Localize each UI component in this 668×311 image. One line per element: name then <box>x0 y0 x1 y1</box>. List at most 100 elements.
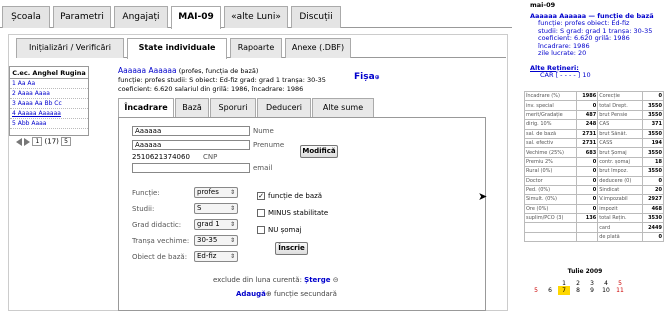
list-item[interactable]: 2 Aaaa Aaaa <box>10 89 88 99</box>
table-value-cell: 18 <box>641 156 665 168</box>
table-value-cell: 20 <box>641 184 665 196</box>
table-value-cell <box>575 231 599 243</box>
studii-select[interactable]: S ⇕ <box>194 203 238 214</box>
table-label-cell: V.impozabil <box>597 194 643 205</box>
tab-discutii[interactable]: Discuții <box>291 6 341 28</box>
fisa-link[interactable]: Fișa⊕ <box>354 72 380 82</box>
calendar-day[interactable]: 5 <box>530 286 542 295</box>
top-tab-bar: Școala Parametri Angajați MAI-09 «alte L… <box>0 0 512 29</box>
table-row: Doctor 0 deducere (0) 0 <box>524 175 665 186</box>
tab-initializari[interactable]: Inițializări / Verificări <box>16 38 124 58</box>
tab-parametri[interactable]: Parametri <box>53 6 111 28</box>
tab-deduceri[interactable]: Deduceri <box>257 98 311 118</box>
table-label-cell: contr. șomaj <box>597 156 643 168</box>
table-row: card 2449 <box>524 222 665 233</box>
grad-select[interactable]: grad 1 ⇕ <box>194 219 238 230</box>
list-item[interactable]: 4 Aaaaa Aaaaaa <box>10 109 88 119</box>
table-value-cell: 3530 <box>641 213 665 224</box>
tab-state-individuale[interactable]: State individuale <box>127 38 227 59</box>
calendar-day[interactable] <box>530 276 542 285</box>
fisa-label: Fișa <box>354 72 375 82</box>
base-function-label: funcție de bază <box>268 192 323 200</box>
calendar-day[interactable]: 11 <box>614 286 626 295</box>
calendar-day[interactable]: 7 <box>558 286 570 295</box>
tab-label: Școala <box>11 12 41 22</box>
tab-alte-luni[interactable]: «alte Luni» <box>224 6 288 28</box>
delete-link[interactable]: Șterge <box>304 276 330 284</box>
select-value: profes <box>197 188 219 196</box>
cnp-label: CNP <box>203 153 218 161</box>
page-input[interactable]: 1 <box>32 137 43 146</box>
nu-somaj-label: NU șomaj <box>268 226 302 234</box>
transa-select[interactable]: 30-35 ⇕ <box>194 235 238 246</box>
next-page-icon[interactable] <box>24 137 31 146</box>
tab-alte-sume[interactable]: Alte sume <box>312 98 374 118</box>
table-label-cell: încadrare (%) <box>524 90 577 102</box>
tab-rapoarte[interactable]: Rapoarte <box>230 38 282 58</box>
firstname-input[interactable]: Aaaaaa <box>132 140 250 150</box>
table-row: încadrare (%) 1986 Corecție 0 <box>524 90 665 102</box>
tab-baza[interactable]: Bază <box>175 98 209 118</box>
tab-sporuri[interactable]: Sporuri <box>210 98 256 118</box>
doc-icon: ⊕ <box>374 74 380 81</box>
table-label-cell: card <box>597 222 643 233</box>
modify-button[interactable]: Modifică <box>300 145 338 158</box>
calendar-row: 12345 <box>530 276 640 287</box>
employee-list-header: C.ec. Anghel Rugina <box>10 67 88 79</box>
table-value-cell: 1986 <box>575 90 599 102</box>
table-label-cell: deducere (0) <box>597 175 643 186</box>
exclude-text: exclude din luna curentă: <box>213 276 302 284</box>
calendar-row: 5 6 7 8 9 10 11 <box>530 286 640 296</box>
functie-select[interactable]: profes ⇕ <box>194 187 238 198</box>
tab-mai-09[interactable]: MAI-09 <box>171 6 221 29</box>
table-value-cell: 0 <box>575 175 599 186</box>
list-item[interactable]: 1 Aa Aa <box>10 79 88 89</box>
tab-incadrare[interactable]: Încadrare <box>118 98 174 118</box>
tab-label: MAI-09 <box>178 12 214 22</box>
table-row: sal. de bază 2731 brut Sănăt. 3550 <box>524 128 665 139</box>
table-value-cell: 3550 <box>641 166 665 177</box>
table-label-cell: Ore (0%) <box>524 203 577 215</box>
table-label-cell: de plată <box>597 231 643 243</box>
register-button[interactable]: Înscrie <box>275 242 308 255</box>
table-row: suplim/PCO (3) 136 total Rețin. 3530 <box>524 213 665 224</box>
table-label-cell: merit/Gradație <box>524 109 577 121</box>
calendar-day[interactable]: 10 <box>600 286 612 295</box>
minus-checkbox[interactable] <box>257 209 265 217</box>
tab-angajati[interactable]: Angajați <box>114 6 168 28</box>
base-function-checkbox[interactable]: ✓ <box>257 192 265 200</box>
table-value-cell: 0 <box>641 175 665 186</box>
list-item[interactable]: 5 Abb Aaaa <box>10 119 88 129</box>
table-value-cell: 3550 <box>641 128 665 139</box>
table-label-cell: inv. special <box>524 100 577 111</box>
table-row: Premiu 2% 0 contr. șomaj 18 <box>524 156 665 168</box>
tab-label: Discuții <box>299 12 333 22</box>
surname-input[interactable]: Aaaaaa <box>132 126 250 136</box>
tab-label: State individuale <box>138 43 216 52</box>
table-value-cell: 2449 <box>641 222 665 233</box>
page-size-select[interactable]: 5 <box>61 137 71 146</box>
nu-somaj-checkbox[interactable] <box>257 226 265 234</box>
calendar-day[interactable] <box>544 276 556 285</box>
calendar-day[interactable]: 9 <box>586 286 598 295</box>
table-label-cell: suplim/PCO (3) <box>524 213 577 224</box>
table-label-cell: impozit <box>597 203 643 215</box>
table-label-cell: CASS <box>597 137 643 149</box>
table-value-cell <box>575 222 599 233</box>
table-row: dirig. 10% 248 CAS 371 <box>524 119 665 130</box>
table-label-cell: total Rețin. <box>597 213 643 224</box>
prev-page-icon[interactable] <box>16 137 22 146</box>
list-item[interactable]: 3 Aaaa Aa Bb Cc <box>10 99 88 109</box>
updown-icon: ⇕ <box>229 253 235 260</box>
table-label-cell: dirig. 10% <box>524 119 577 130</box>
email-label: email <box>253 164 273 172</box>
tab-scoala[interactable]: Școala <box>2 6 50 28</box>
calendar-day[interactable]: 8 <box>572 286 584 295</box>
calendar-day[interactable]: 6 <box>544 286 556 295</box>
table-label-cell: brut Sănăt. <box>597 128 643 139</box>
tab-anexe[interactable]: Anexe (.DBF) <box>285 38 351 58</box>
email-input[interactable] <box>132 163 250 173</box>
add-link[interactable]: Adaugă <box>236 290 266 298</box>
obiect-select[interactable]: Ed-fiz ⇕ <box>194 251 238 262</box>
table-label-cell: Doctor <box>524 175 577 186</box>
